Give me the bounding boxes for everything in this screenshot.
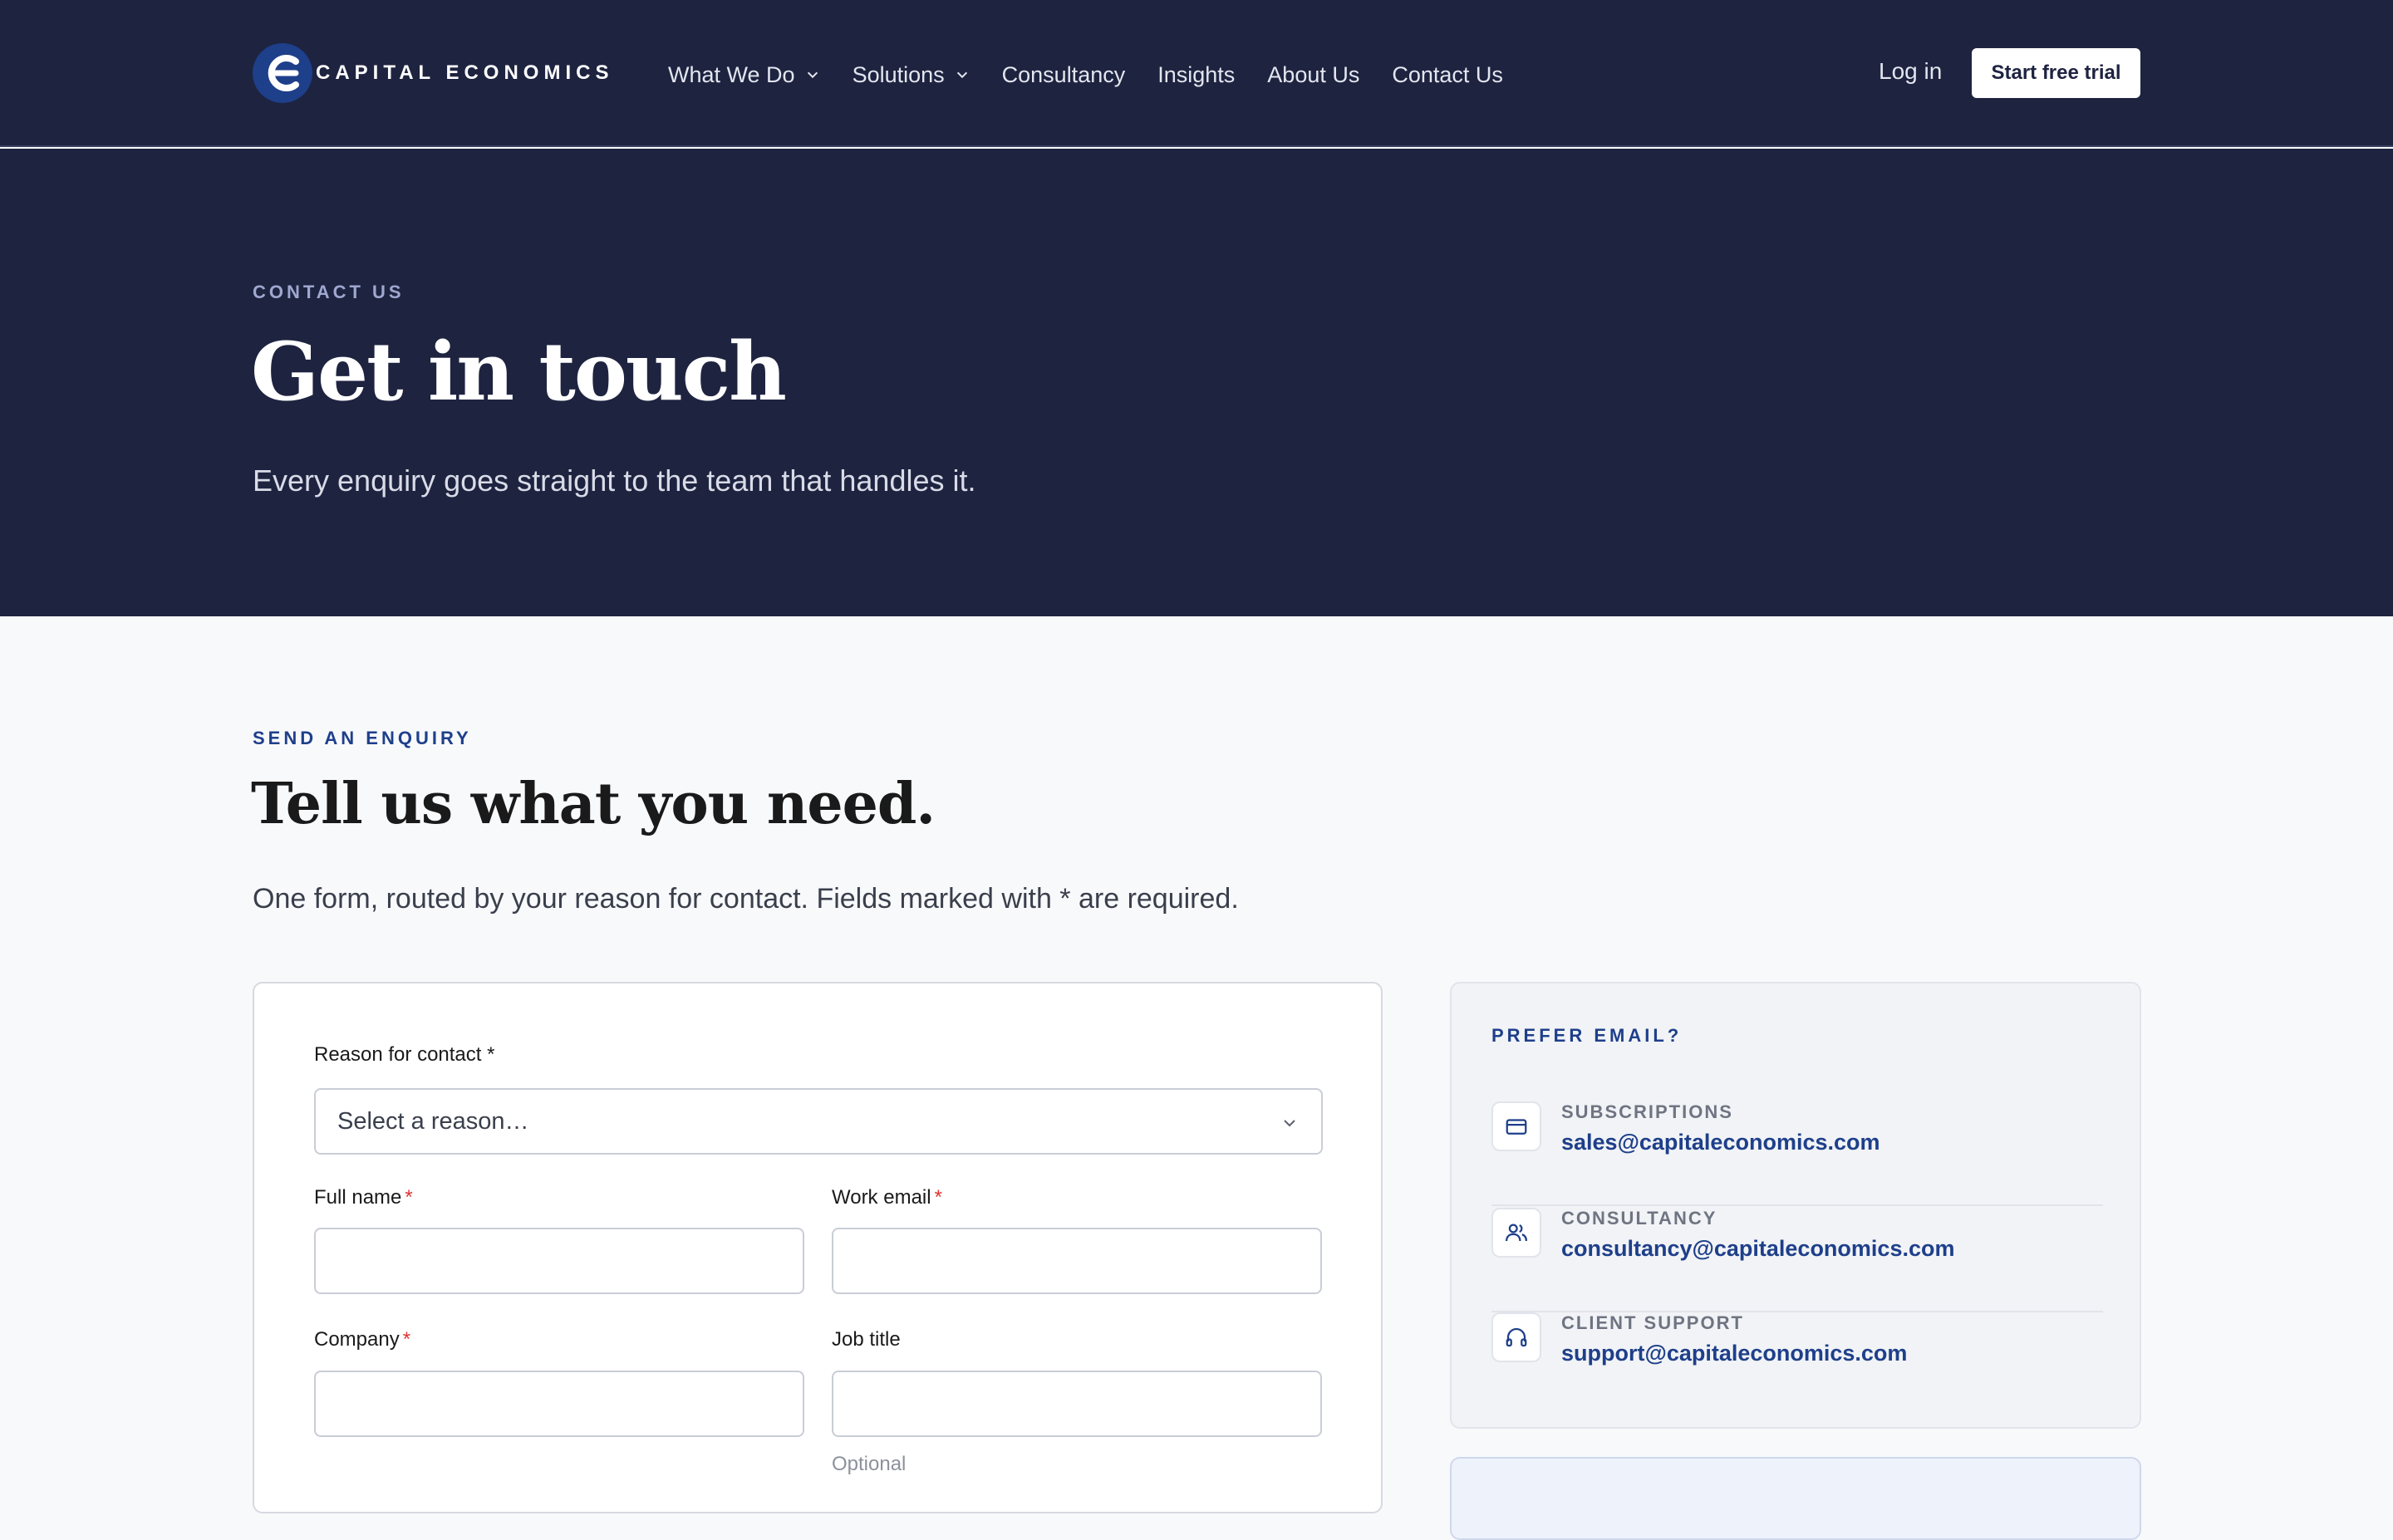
section-subtitle: One form, routed by your reason for cont… [253, 883, 1239, 915]
chevron-down-icon [1284, 1120, 1295, 1127]
nav-consultancy[interactable]: Consultancy [1002, 62, 1126, 88]
section-title: Tell us what you need. [251, 771, 936, 837]
nav-about-us[interactable]: About Us [1267, 62, 1359, 88]
top-nav: CAPITAL ECONOMICS What We Do Solutions C… [0, 0, 2393, 147]
contact-email-link[interactable]: sales@capitaleconomics.com [1561, 1130, 1880, 1155]
job-title-hint: Optional [832, 1453, 907, 1475]
hero: CONTACT US Get in touch Every enquiry go… [0, 149, 2393, 616]
contact-email-link[interactable]: support@capitaleconomics.com [1561, 1341, 1907, 1366]
reason-select[interactable]: Select a reason… [314, 1088, 1323, 1155]
full-name-input[interactable] [314, 1228, 804, 1294]
panel-eyebrow: PREFER EMAIL? [1491, 1025, 1683, 1046]
credit-card-icon [1491, 1101, 1541, 1151]
start-free-trial-button[interactable]: Start free trial [1972, 48, 2140, 98]
contact-item: CONSULTANCY consultancy@capitaleconomics… [1491, 1208, 2103, 1312]
hero-eyebrow: CONTACT US [253, 282, 405, 302]
full-name-label: Full name * [314, 1186, 413, 1209]
contact-label: SUBSCRIPTIONS [1561, 1101, 1733, 1122]
contact-email-link[interactable]: consultancy@capitaleconomics.com [1561, 1236, 1954, 1262]
work-email-label: Work email * [832, 1186, 942, 1209]
page-title: Get in touch [251, 325, 787, 419]
logo-mark-icon [253, 40, 312, 106]
work-email-label-text: Work email [832, 1186, 931, 1209]
enquiry-form: Reason for contact * Select a reason… Fu… [253, 982, 1383, 1513]
headphones-icon [1491, 1312, 1541, 1362]
job-title-label: Job title [832, 1328, 901, 1351]
contact-item: CLIENT SUPPORT support@capitaleconomics.… [1491, 1312, 2103, 1417]
login-link[interactable]: Log in [1879, 58, 1942, 85]
contact-item: SUBSCRIPTIONS sales@capitaleconomics.com [1491, 1101, 2103, 1206]
secondary-panel [1450, 1457, 2141, 1540]
users-icon [1491, 1208, 1541, 1258]
brand-logo[interactable]: CAPITAL ECONOMICS [253, 40, 613, 106]
section-eyebrow: SEND AN ENQUIRY [253, 728, 472, 748]
required-mark: * [402, 1328, 411, 1351]
nav-label: What We Do [668, 61, 795, 87]
company-label: Company * [314, 1328, 410, 1351]
company-input[interactable] [314, 1371, 804, 1437]
nav-solutions[interactable]: Solutions [853, 62, 970, 88]
nav-what-we-do[interactable]: What We Do [668, 62, 820, 88]
main-nav: What We Do Solutions Consultancy Insight… [668, 58, 1536, 91]
reason-label: Reason for contact * [314, 1043, 495, 1066]
contact-label: CONSULTANCY [1561, 1208, 1717, 1229]
company-label-text: Company [314, 1328, 400, 1351]
nav-label: Solutions [852, 61, 945, 87]
brand-name: CAPITAL ECONOMICS [316, 61, 614, 84]
nav-insights[interactable]: Insights [1157, 62, 1235, 88]
chevron-down-icon [956, 71, 967, 79]
reason-select-value: Select a reason… [337, 1107, 529, 1135]
job-title-input[interactable] [832, 1371, 1322, 1437]
hero-subtitle: Every enquiry goes straight to the team … [253, 463, 976, 498]
required-mark: * [405, 1186, 413, 1209]
prefer-email-panel: PREFER EMAIL? SUBSCRIPTIONS sales@capita… [1450, 982, 2141, 1429]
required-mark: * [934, 1186, 942, 1209]
chevron-down-icon [807, 71, 818, 79]
contact-label: CLIENT SUPPORT [1561, 1312, 1744, 1333]
nav-contact-us[interactable]: Contact Us [1392, 62, 1503, 88]
work-email-input[interactable] [832, 1228, 1322, 1294]
full-name-label-text: Full name [314, 1186, 402, 1209]
